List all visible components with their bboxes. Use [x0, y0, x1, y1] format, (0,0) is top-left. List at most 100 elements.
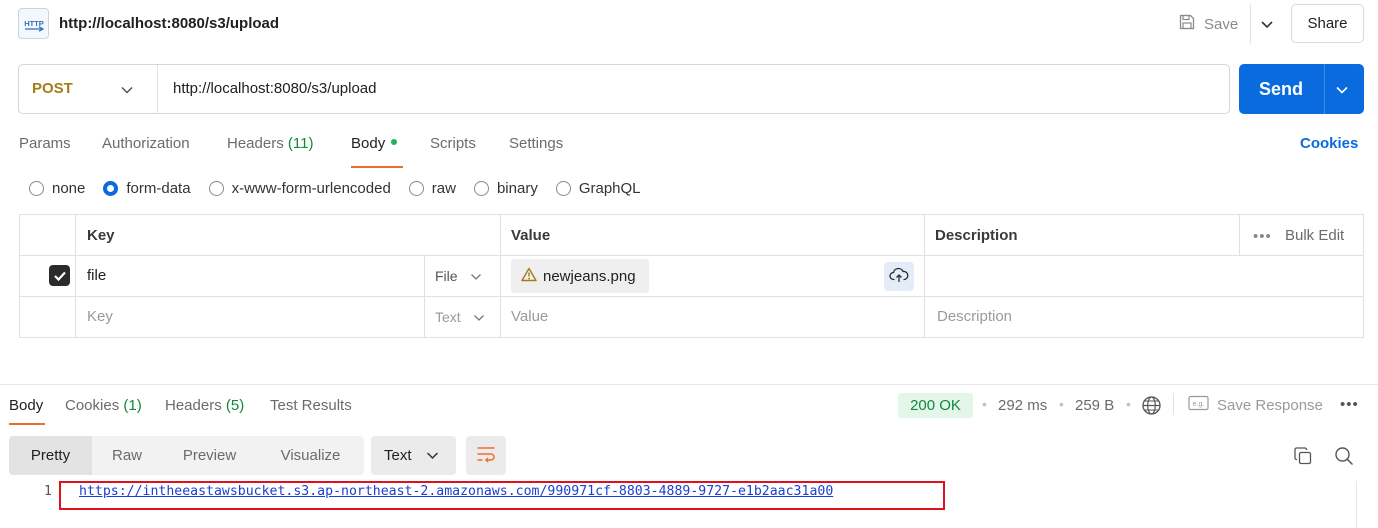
warning-icon: [521, 267, 537, 286]
tab-label: Headers: [227, 135, 284, 152]
tab-body[interactable]: Body: [351, 135, 398, 152]
request-title[interactable]: http://localhost:8080/s3/upload: [59, 15, 279, 32]
radio-x-www-form-urlencoded[interactable]: x-www-form-urlencoded: [208, 180, 391, 197]
radio-button[interactable]: [408, 181, 424, 196]
line-number: 1: [44, 484, 52, 499]
separator-dot: •: [1059, 396, 1064, 412]
scrollbar-track[interactable]: [1356, 481, 1357, 528]
copy-icon[interactable]: [1293, 446, 1313, 469]
more-options-icon[interactable]: •••: [1253, 228, 1272, 245]
save-options-button[interactable]: [1256, 12, 1278, 36]
tab-label: Headers: [165, 397, 222, 414]
chevron-down-icon[interactable]: [120, 82, 134, 98]
headers-count: (11): [287, 135, 314, 152]
share-button[interactable]: Share: [1291, 4, 1364, 43]
save-response-label: Save Response: [1217, 396, 1323, 414]
response-tab-body[interactable]: Body: [9, 397, 43, 414]
response-tab-test-results[interactable]: Test Results: [270, 397, 352, 414]
view-mode-preview[interactable]: Preview: [162, 436, 257, 475]
tab-authorization[interactable]: Authorization: [102, 135, 190, 152]
more-options-icon[interactable]: •••: [1340, 396, 1359, 413]
url-input[interactable]: http://localhost:8080/s3/upload: [173, 80, 376, 97]
format-label: Text: [384, 447, 412, 464]
wrap-lines-button[interactable]: [466, 436, 506, 475]
response-size[interactable]: 259 B: [1075, 397, 1114, 414]
view-mode-raw[interactable]: Raw: [92, 436, 162, 475]
wrap-lines-icon: [476, 445, 496, 466]
response-format-select[interactable]: Text: [371, 436, 456, 475]
chevron-down-icon: [426, 447, 439, 464]
active-tab-underline: [9, 423, 45, 425]
save-label: Save: [1204, 15, 1239, 33]
radio-button[interactable]: [555, 181, 571, 196]
tab-settings[interactable]: Settings: [509, 135, 563, 152]
table-divider: [924, 214, 925, 338]
response-time[interactable]: 292 ms: [998, 397, 1047, 414]
column-header-key: Key: [87, 227, 115, 244]
form-data-table: [19, 214, 1364, 338]
radio-graphql[interactable]: GraphQL: [555, 180, 641, 197]
file-name: newjeans.png: [543, 267, 636, 285]
view-mode-pretty[interactable]: Pretty: [9, 436, 92, 475]
key-input[interactable]: Key: [87, 308, 113, 325]
globe-icon[interactable]: [1141, 395, 1162, 419]
active-tab-underline: [351, 166, 403, 168]
send-options-chevron-icon[interactable]: [1335, 82, 1349, 98]
upload-file-button[interactable]: [884, 262, 914, 291]
type-label: File: [435, 268, 458, 284]
key-type-select[interactable]: File: [435, 268, 482, 284]
send-label[interactable]: Send: [1259, 79, 1303, 100]
save-button[interactable]: Save: [1178, 10, 1238, 38]
method-select[interactable]: POST: [32, 80, 73, 97]
divider: [1173, 393, 1174, 415]
table-divider: [1239, 214, 1240, 255]
separator-dot: •: [982, 396, 987, 412]
chevron-down-icon: [470, 268, 482, 284]
highlight-annotation-box: [59, 481, 945, 510]
row-enabled-checkbox[interactable]: [49, 265, 70, 286]
radio-button[interactable]: [208, 181, 224, 196]
radio-button[interactable]: [29, 181, 44, 196]
column-header-value: Value: [511, 227, 551, 244]
http-request-icon: HTTP: [18, 8, 49, 39]
headers-count: (5): [225, 397, 245, 414]
radio-label: form-data: [126, 180, 191, 197]
value-input[interactable]: Value: [511, 308, 548, 325]
key-cell[interactable]: file: [87, 267, 106, 284]
tab-label: Cookies: [65, 397, 120, 414]
view-mode-visualize[interactable]: Visualize: [257, 436, 364, 475]
table-divider: [75, 214, 76, 338]
radio-raw[interactable]: raw: [408, 180, 456, 197]
divider: [1250, 4, 1251, 44]
cookies-link[interactable]: Cookies: [1300, 135, 1358, 152]
radio-button[interactable]: [473, 181, 489, 196]
response-tab-cookies[interactable]: Cookies (1): [65, 397, 142, 414]
tab-headers[interactable]: Headers (11): [227, 135, 313, 152]
body-indicator-dot: [391, 139, 398, 146]
table-divider: [19, 255, 1364, 256]
search-icon[interactable]: [1334, 446, 1354, 469]
table-divider: [424, 255, 425, 338]
bulk-edit-button[interactable]: Bulk Edit: [1285, 227, 1344, 244]
radio-button-selected[interactable]: [103, 181, 119, 196]
file-value-chip[interactable]: newjeans.png: [511, 259, 649, 293]
column-header-description: Description: [935, 227, 1018, 244]
radio-form-data[interactable]: form-data: [103, 180, 191, 197]
save-icon: [1178, 13, 1196, 35]
tab-params[interactable]: Params: [19, 135, 71, 152]
pane-divider[interactable]: [0, 384, 1378, 385]
divider: [157, 65, 158, 113]
response-tab-headers[interactable]: Headers (5): [165, 397, 244, 414]
radio-label: raw: [431, 180, 456, 197]
key-type-select[interactable]: Text: [435, 309, 485, 325]
tab-scripts[interactable]: Scripts: [430, 135, 476, 152]
save-response-button[interactable]: e.g. Save Response: [1188, 395, 1323, 415]
separator-dot: •: [1126, 396, 1131, 412]
radio-binary[interactable]: binary: [473, 180, 538, 197]
radio-none[interactable]: none: [29, 180, 85, 197]
table-divider: [19, 296, 1364, 297]
chevron-down-icon: [473, 309, 485, 325]
description-input[interactable]: Description: [937, 308, 1012, 325]
tab-label: Body: [351, 135, 386, 152]
status-badge[interactable]: 200 OK: [898, 393, 973, 418]
